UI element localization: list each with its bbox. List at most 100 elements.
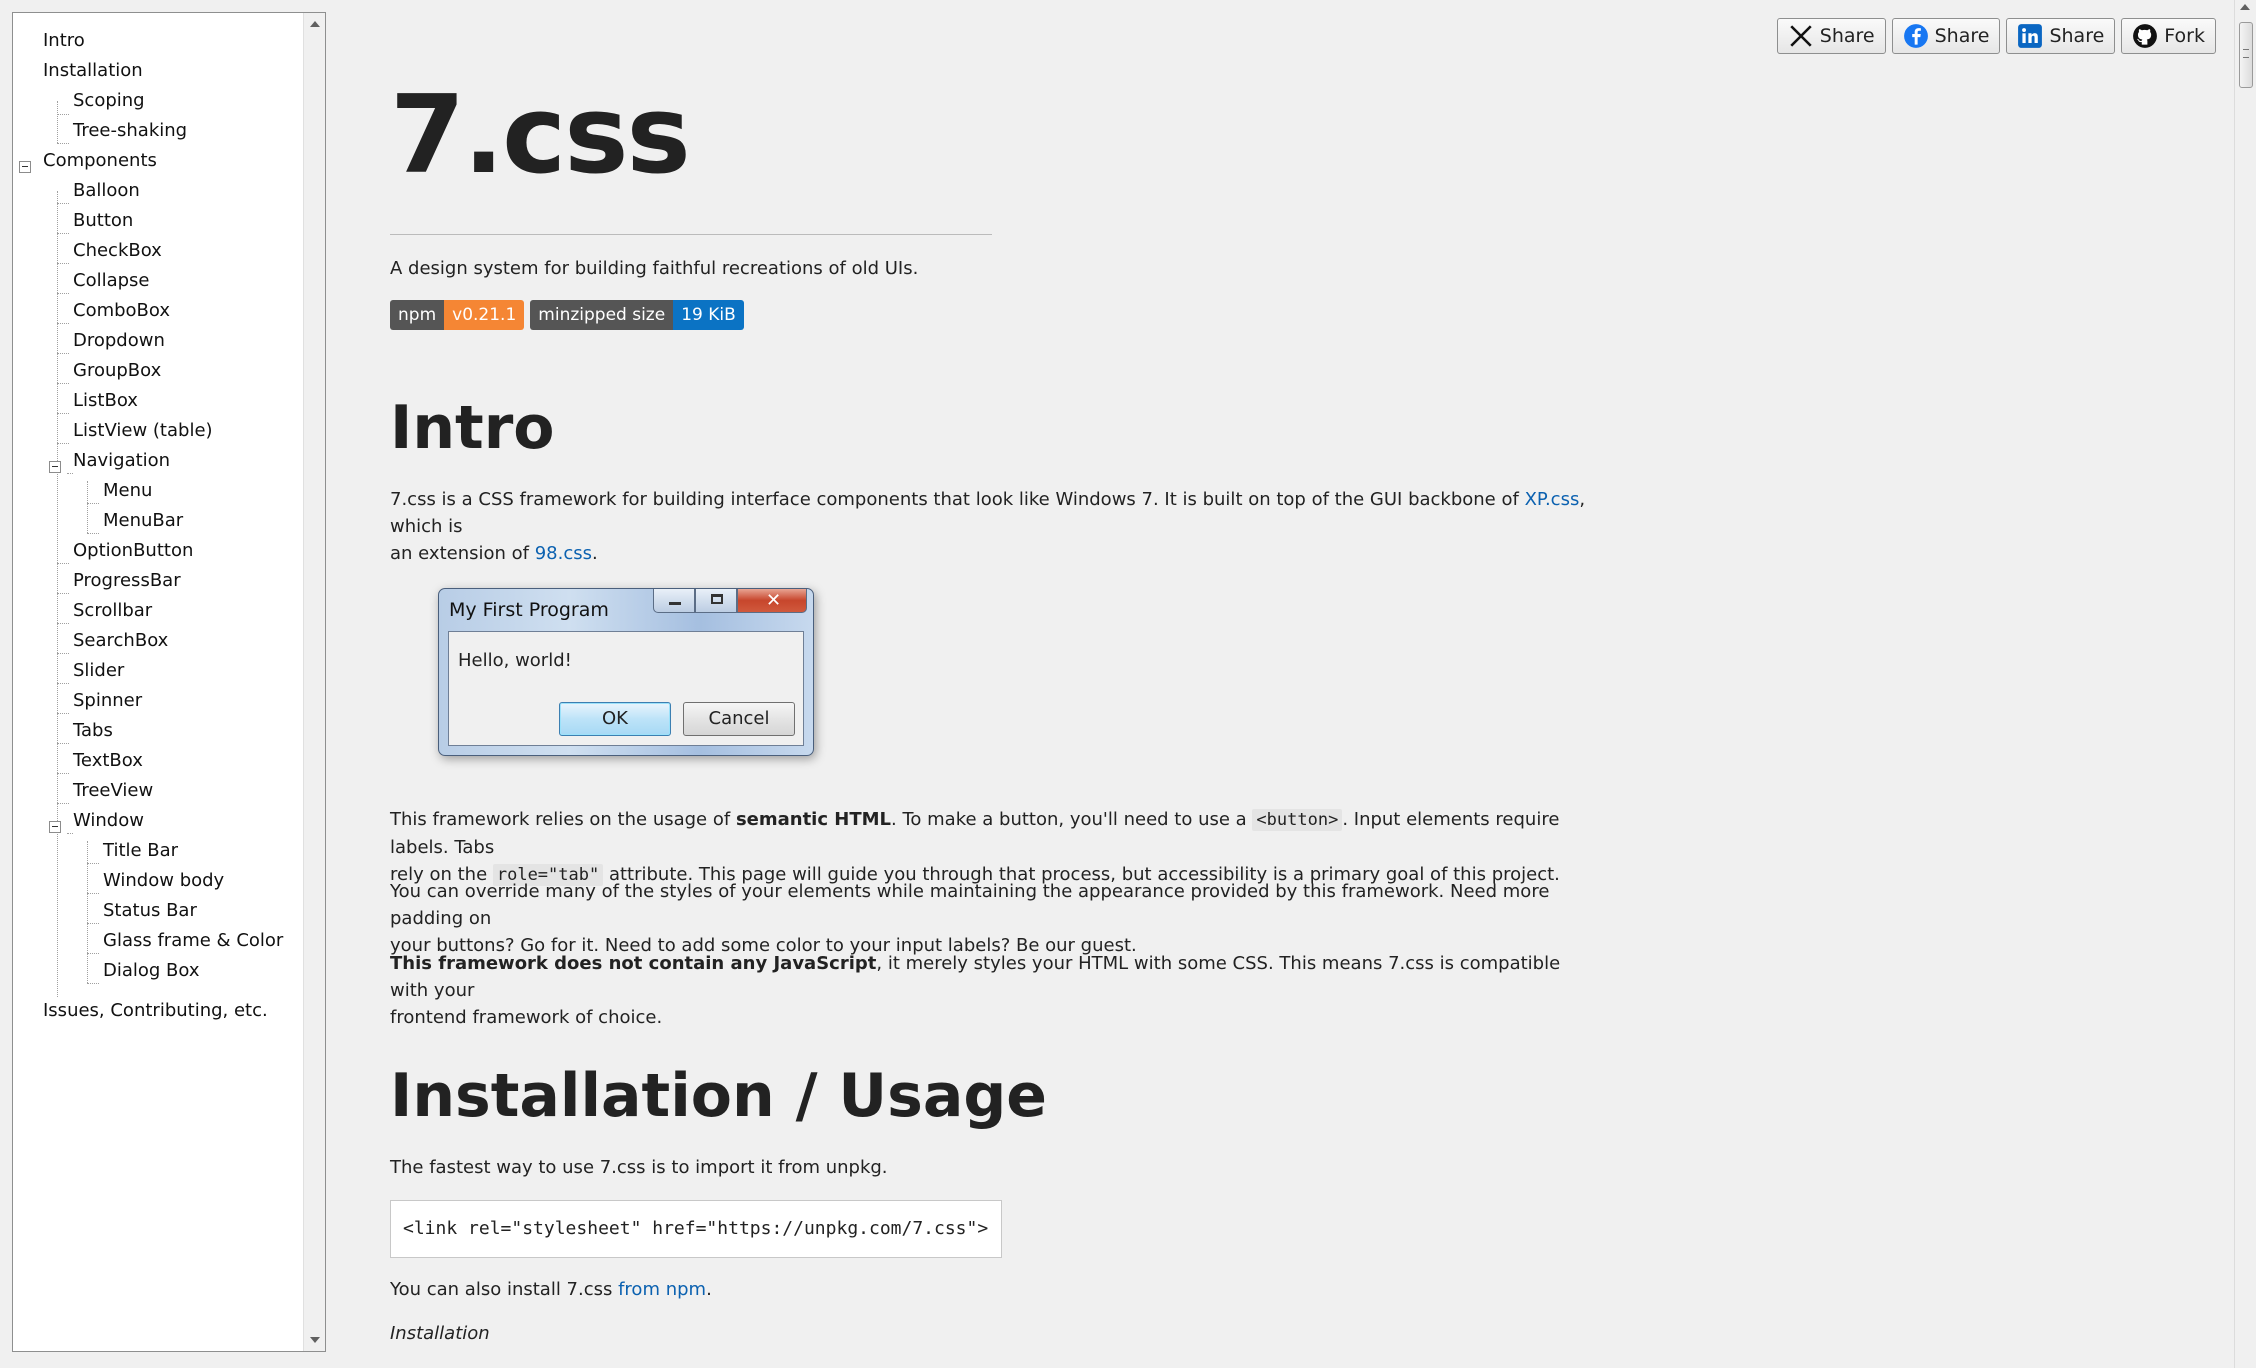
sidebar-item-navigation[interactable]: Navigation [73,447,170,475]
installation-heading: Installation / Usage [390,1061,1047,1131]
sidebar-item-slider[interactable]: Slider [73,657,124,685]
sidebar-item-scoping[interactable]: Scoping [73,87,145,115]
sidebar-item-textbox[interactable]: TextBox [73,747,143,775]
98-css-link[interactable]: 98.css [535,543,592,564]
tree-branch-line [57,773,69,774]
title-divider [390,234,992,235]
sidebar-item-tabs[interactable]: Tabs [73,717,113,745]
badge-row: npm v0.21.1 minzipped size 19 KiB [390,300,744,330]
sidebar-scrollbar[interactable] [303,13,325,1351]
tree-branch-line [57,653,69,654]
intro-paragraph-3: You can override many of the styles of y… [390,878,1600,959]
sidebar-item-menu[interactable]: Menu [103,477,152,505]
sidebar-item-balloon[interactable]: Balloon [73,177,140,205]
tree-branch-line [87,863,99,864]
tree-branch-line [57,593,69,594]
sidebar-item-dialog-box[interactable]: Dialog Box [103,957,200,985]
tree-branch-line [57,443,69,444]
sidebar-item-combobox[interactable]: ComboBox [73,297,170,325]
share-x-button[interactable]: Share [1776,18,1886,54]
sidebar-item-window[interactable]: Window [73,807,144,835]
sidebar-item-searchbox[interactable]: SearchBox [73,627,168,655]
sidebar-item-dropdown[interactable]: Dropdown [73,327,165,355]
sidebar-item-checkbox[interactable]: CheckBox [73,237,162,265]
intro-p2-bold: semantic HTML [735,809,892,830]
sidebar-item-title-bar[interactable]: Title Bar [103,837,178,865]
sidebar-item-groupbox[interactable]: GroupBox [73,357,161,385]
collapse-toggle-components[interactable] [19,161,31,173]
npm-install-paragraph: You can also install 7.css from npm. [390,1276,712,1303]
share-bar: Share Share Share Fork [1776,18,2216,54]
npm-version-badge[interactable]: npm v0.21.1 [390,300,525,330]
intro-p4-line2: frontend framework of choice. [390,1007,663,1028]
button-code: <button> [1252,809,1343,831]
sidebar-item-window-body[interactable]: Window body [103,867,224,895]
cancel-button[interactable]: Cancel [683,702,795,736]
tree-branch-line [57,683,69,684]
tree-branch-line [57,143,69,144]
sidebar-item-collapse[interactable]: Collapse [73,267,150,295]
sidebar-item-glass-frame[interactable]: Glass frame & Color [103,927,283,955]
close-button[interactable]: ✕ [737,589,807,613]
sidebar-item-installation[interactable]: Installation [43,57,143,85]
tree-branch-line [57,293,69,294]
collapse-toggle-navigation[interactable] [49,461,61,473]
intro-p3-line1: You can override many of the styles of y… [390,881,1550,929]
collapse-toggle-window[interactable] [49,821,61,833]
sidebar-item-progressbar[interactable]: ProgressBar [73,567,181,595]
facebook-icon [1903,24,1928,48]
sample-dialog-window: My First Program ✕ Hello, world! OK Canc… [438,588,814,756]
ok-button[interactable]: OK [559,702,671,736]
dialog-title: My First Program [449,599,609,621]
share-linkedin-button[interactable]: Share [2006,18,2116,54]
maximize-button[interactable] [695,589,737,613]
intro-p1-text-d: . [591,543,598,564]
link-code-block: <link rel="stylesheet" href="https://unp… [390,1200,1002,1258]
tree-branch-line [87,503,99,504]
sidebar-item-intro[interactable]: Intro [43,27,85,55]
page-scrollbar[interactable] [2234,0,2256,1368]
tree-branch-line [87,923,99,924]
page-scroll-up-icon[interactable] [2240,4,2250,10]
minimize-icon [669,602,681,605]
scroll-up-arrow-icon[interactable] [310,21,320,27]
tree-branch-line [87,481,88,533]
share-facebook-button[interactable]: Share [1891,18,2001,54]
sidebar-item-listview[interactable]: ListView (table) [73,417,213,445]
tree-branch-line [57,114,69,115]
intro-paragraph-4: This framework does not contain any Java… [390,950,1600,1031]
scroll-down-arrow-icon[interactable] [310,1337,320,1343]
sidebar-item-button[interactable]: Button [73,207,133,235]
sidebar-item-tree-shaking[interactable]: Tree-shaking [73,117,187,145]
xp-css-link[interactable]: XP.css [1525,489,1580,510]
tree-branch-line [57,191,58,997]
sidebar-item-treeview[interactable]: TreeView [73,777,153,805]
sidebar-item-components[interactable]: Components [43,147,157,175]
github-icon [2133,24,2158,48]
page-scroll-thumb[interactable] [2239,22,2253,88]
dialog-message: Hello, world! [458,650,572,671]
minimize-button[interactable] [653,589,695,613]
tree-branch-line [57,803,69,804]
sidebar-item-status-bar[interactable]: Status Bar [103,897,197,925]
npm-install-text: You can also install 7.css [390,1279,619,1300]
from-npm-link[interactable]: from npm [618,1279,706,1300]
sidebar-tree[interactable]: Intro Installation Scoping Tree-shaking … [12,12,326,1352]
sidebar-item-optionbutton[interactable]: OptionButton [73,537,193,565]
npm-badge-label: npm [390,300,445,330]
tree-branch-line [87,533,99,534]
window-controls: ✕ [653,589,807,613]
sidebar-item-listbox[interactable]: ListBox [73,387,138,415]
intro-paragraph-2: This framework relies on the usage of se… [390,806,1600,889]
bundle-size-badge[interactable]: minzipped size 19 KiB [530,300,744,330]
dialog-body: Hello, world! OK Cancel [448,631,804,746]
sidebar-item-issues[interactable]: Issues, Contributing, etc. [43,997,268,1025]
npm-badge-value: v0.21.1 [444,300,525,330]
sidebar-item-menubar[interactable]: MenuBar [103,507,183,535]
sidebar-item-scrollbar[interactable]: Scrollbar [73,597,152,625]
sidebar-item-spinner[interactable]: Spinner [73,687,142,715]
intro-p2-text-b: . To make a button, you'll need to use a [891,809,1253,830]
intro-p4-bold: This framework does not contain any Java… [390,953,877,974]
fork-github-button[interactable]: Fork [2121,18,2216,54]
tree-branch-line [57,743,69,744]
